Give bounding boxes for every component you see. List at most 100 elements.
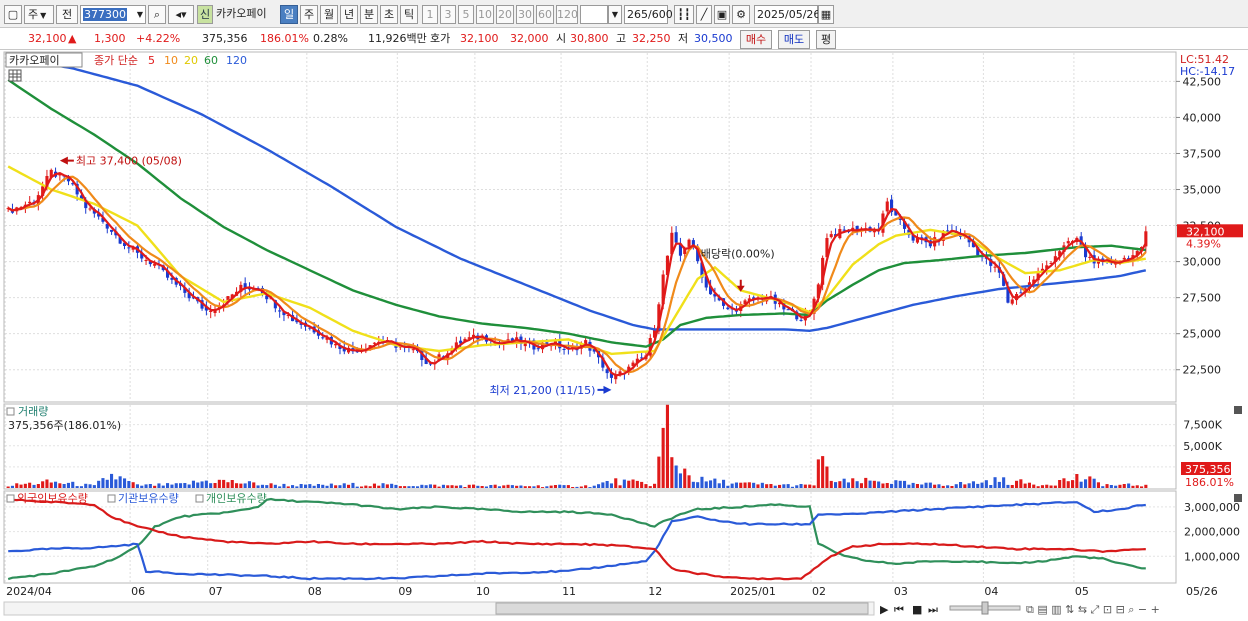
table-icon[interactable] bbox=[8, 69, 22, 82]
volume-bar bbox=[683, 468, 687, 488]
volume-bar bbox=[644, 484, 648, 488]
volume-bar bbox=[545, 486, 549, 488]
candle-body bbox=[536, 348, 540, 350]
holdings-close-icon[interactable] bbox=[1234, 494, 1242, 502]
quote-turnover: 0.28% bbox=[313, 32, 348, 45]
period-30[interactable]: 30 bbox=[516, 5, 534, 24]
tab-week[interactable]: 주 bbox=[300, 5, 318, 24]
foreign-toggle-icon[interactable] bbox=[6, 494, 15, 503]
volume-bar bbox=[1079, 481, 1083, 488]
x-tick-label: 2024/04 bbox=[6, 585, 52, 598]
scroll-right-icon[interactable]: ▶ bbox=[880, 603, 889, 616]
period-1[interactable]: 1 bbox=[422, 5, 438, 24]
chevron-down-icon[interactable]: ▼ bbox=[137, 6, 143, 23]
volume-bar bbox=[678, 473, 682, 488]
chart-area[interactable]: 42,50040,00037,50035,00032,50030,00027,5… bbox=[0, 50, 1248, 621]
period-60[interactable]: 60 bbox=[536, 5, 554, 24]
volume-bar bbox=[1105, 484, 1109, 488]
open-label: 시 bbox=[556, 32, 567, 45]
candle-body bbox=[993, 266, 997, 268]
settings-icon[interactable]: ⚙ bbox=[732, 5, 750, 24]
volume-toggle-icon[interactable] bbox=[6, 407, 15, 416]
x-tick-label: 07 bbox=[209, 585, 223, 598]
volume-bar bbox=[980, 482, 984, 488]
stock-code-input[interactable]: 377300 ▼ bbox=[80, 5, 146, 24]
candle-icon[interactable]: ┇┇ bbox=[674, 5, 694, 24]
tab-minute[interactable]: 분 bbox=[360, 5, 378, 24]
tab-second[interactable]: 초 bbox=[380, 5, 398, 24]
average-button[interactable]: 평 bbox=[816, 30, 836, 49]
volume-bar bbox=[135, 484, 139, 488]
date-input[interactable]: 2025/05/26 bbox=[754, 5, 820, 24]
candle-body bbox=[829, 234, 833, 238]
window-icon[interactable]: ▢ bbox=[4, 5, 22, 24]
quote-change-pct: +4.22% bbox=[136, 32, 181, 45]
candle-body bbox=[562, 349, 566, 350]
stop-icon[interactable]: ■ bbox=[912, 603, 922, 616]
volume-bar bbox=[110, 473, 114, 488]
volume-bar bbox=[631, 479, 635, 488]
count-input[interactable]: 265/600 bbox=[624, 5, 673, 24]
buy-button[interactable]: 매수 bbox=[740, 30, 772, 49]
volume-bar bbox=[191, 480, 195, 488]
high-annotation: 최고 37,400 (05/08) bbox=[59, 155, 182, 168]
prev-button[interactable]: 전 bbox=[56, 5, 78, 24]
calendar-icon[interactable]: ▦ bbox=[818, 5, 834, 24]
chart-svg[interactable]: 42,50040,00037,50035,00032,50030,00027,5… bbox=[0, 50, 1248, 621]
volume-bar bbox=[390, 483, 394, 488]
tab-year[interactable]: 년 bbox=[340, 5, 358, 24]
tab-day[interactable]: 일 bbox=[280, 5, 298, 24]
tool-icons[interactable]: ⧉ ▤ ▥ ⇅ ⇆ ⤢ ⊡ ⊟ ⌕ − + bbox=[1026, 603, 1160, 616]
individual-toggle-icon[interactable] bbox=[195, 494, 204, 503]
holdings-tick-label: 1,000,000 bbox=[1184, 550, 1240, 563]
institution-toggle-icon[interactable] bbox=[107, 494, 116, 503]
volume-bar bbox=[204, 480, 208, 488]
x-tick-label: 03 bbox=[894, 585, 908, 598]
volume-bar bbox=[493, 484, 497, 488]
period-select[interactable]: 주 ▼ bbox=[24, 5, 54, 24]
toolbar: ▢ 주 ▼ 전 377300 ▼ ⌕ ◂▾ 신 카카오페이 일 주 월 년 분 초 … bbox=[0, 0, 1248, 28]
candle-body bbox=[411, 349, 415, 351]
save-icon[interactable]: ▣ bbox=[714, 5, 730, 24]
current-volume-pct: 186.01% bbox=[1185, 476, 1234, 489]
volume-tick-label: 5,000K bbox=[1183, 440, 1222, 453]
tab-tick[interactable]: 틱 bbox=[400, 5, 418, 24]
volume-bar bbox=[472, 484, 476, 488]
volume-bar bbox=[381, 483, 385, 488]
volume-close-icon[interactable] bbox=[1234, 406, 1242, 414]
volume-bar bbox=[674, 465, 678, 488]
scroll-start-icon[interactable]: ⏮ bbox=[894, 603, 904, 616]
volume-bar bbox=[614, 478, 618, 488]
period-custom-input[interactable] bbox=[580, 5, 608, 24]
volume-tick-label: 7,500K bbox=[1183, 419, 1222, 432]
volume-bar bbox=[971, 481, 975, 488]
scroll-end-icon[interactable]: ⏭ bbox=[928, 603, 938, 616]
draw-line-icon[interactable]: ╱ bbox=[696, 5, 712, 24]
dividend-annotation-label: 배당락(0.00%) bbox=[701, 247, 775, 260]
volume-bar bbox=[403, 486, 407, 488]
volume-bar bbox=[364, 485, 368, 488]
candle-body bbox=[28, 201, 32, 204]
volume-bar bbox=[846, 482, 850, 488]
volume-bar bbox=[510, 485, 514, 488]
volume-bar bbox=[795, 485, 799, 488]
period-120[interactable]: 120 bbox=[556, 5, 578, 24]
low-annotation: 최저 21,200 (11/15) bbox=[489, 384, 612, 397]
period-20[interactable]: 20 bbox=[496, 5, 514, 24]
low-label: 저 bbox=[678, 32, 689, 45]
period-10[interactable]: 10 bbox=[476, 5, 494, 24]
sell-button[interactable]: 매도 bbox=[778, 30, 810, 49]
period-3[interactable]: 3 bbox=[440, 5, 456, 24]
speaker-icon[interactable]: ◂▾ bbox=[168, 5, 194, 24]
y-tick-label: 22,500 bbox=[1183, 364, 1222, 377]
period-5[interactable]: 5 bbox=[458, 5, 474, 24]
volume-bar bbox=[1058, 480, 1062, 488]
chevron-down-icon[interactable]: ▼ bbox=[608, 5, 622, 24]
zoom-slider-handle[interactable] bbox=[981, 601, 989, 615]
search-icon[interactable]: ⌕ bbox=[148, 5, 166, 24]
volume-bar bbox=[648, 486, 652, 488]
tab-month[interactable]: 월 bbox=[320, 5, 338, 24]
volume-bar bbox=[885, 483, 889, 488]
candle-body bbox=[278, 310, 282, 312]
scrollbar-thumb[interactable] bbox=[495, 602, 869, 615]
